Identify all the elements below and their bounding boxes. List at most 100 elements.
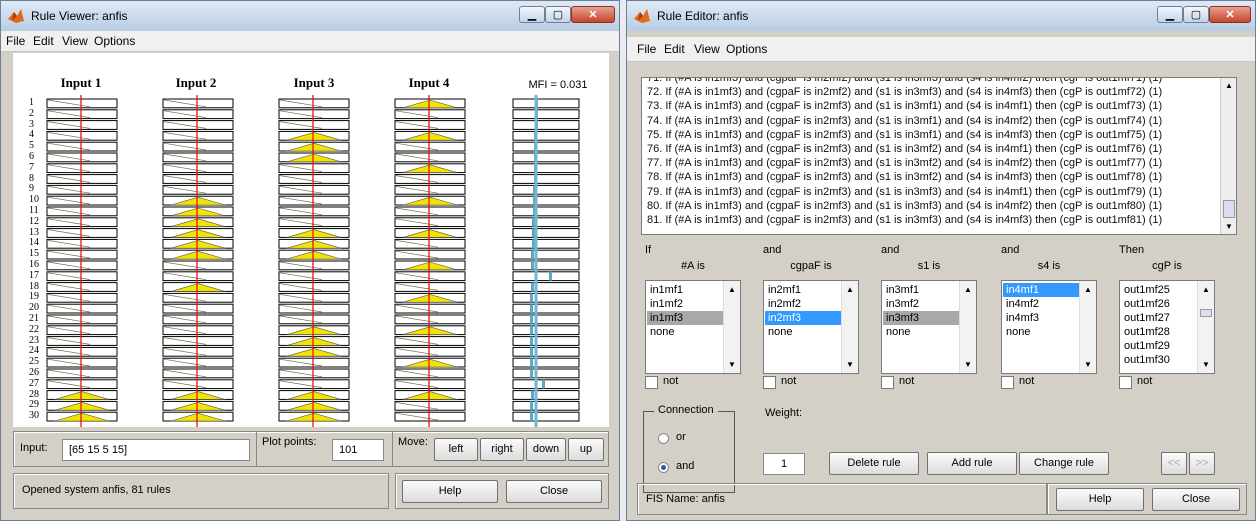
menu-file[interactable]: File (637, 42, 656, 56)
scroll-down-arrow[interactable]: ▼ (964, 360, 972, 369)
scroll-down-arrow[interactable]: ▼ (728, 360, 736, 369)
rule-list-item[interactable]: 73. If (#A is in1mf3) and (cgpaF is in2m… (647, 100, 1162, 112)
menu-edit[interactable]: Edit (664, 42, 685, 56)
weight-field[interactable]: 1 (763, 453, 805, 475)
listbox-scrollbar[interactable]: ▲ ▼ (1197, 281, 1214, 373)
rule-list[interactable]: 71. If (#A is in1mf3) and (cgpaF is in2m… (641, 77, 1237, 235)
listbox-item[interactable]: out1mf25 (1121, 283, 1202, 297)
add-rule-button[interactable]: Add rule (927, 452, 1017, 475)
listbox-item[interactable]: in3mf1 (883, 283, 964, 297)
rule-list-item[interactable]: 72. If (#A is in1mf3) and (cgpaF is in2m… (647, 86, 1162, 98)
scroll-thumb[interactable] (1223, 200, 1235, 218)
scroll-down-arrow[interactable]: ▼ (1225, 222, 1233, 231)
listbox-item[interactable]: in4mf2 (1003, 297, 1084, 311)
not-checkbox[interactable] (1001, 376, 1014, 389)
listbox-item[interactable]: none (1003, 325, 1084, 339)
rule-list-item[interactable]: 78. If (#A is in1mf3) and (cgpaF is in2m… (647, 171, 1162, 183)
listbox-item[interactable]: in3mf2 (883, 297, 964, 311)
scroll-down-arrow[interactable]: ▼ (1084, 360, 1092, 369)
listbox-item[interactable]: in2mf1 (765, 283, 846, 297)
close-button[interactable]: Close (1152, 488, 1240, 511)
membership-listbox[interactable]: in2mf1 in2mf2 in2mf3 none ▲ ▼ (763, 280, 859, 374)
rule-list-item[interactable]: 81. If (#A is in1mf3) and (cgpaF is in2m… (647, 214, 1162, 226)
rule-plot-cell (46, 109, 118, 120)
rule-plots[interactable] (1, 1, 620, 431)
and-label: and (676, 460, 695, 472)
rule-plot-cell (394, 130, 466, 141)
listbox-item[interactable]: out1mf26 (1121, 297, 1202, 311)
listbox-item[interactable]: out1mf28 (1121, 325, 1202, 339)
close-button[interactable]: Close (506, 480, 602, 503)
listbox-item[interactable]: in2mf3 (765, 311, 846, 325)
listbox-item[interactable]: out1mf30 (1121, 353, 1202, 367)
listbox-item[interactable]: none (647, 325, 728, 339)
move-left-button[interactable]: left (434, 438, 478, 461)
rule-list-item[interactable]: 76. If (#A is in1mf3) and (cgpaF is in2m… (647, 143, 1162, 155)
minimize-button[interactable]: ▁ (1157, 6, 1183, 23)
rule-plot-cell (46, 163, 118, 174)
menu-options[interactable]: Options (726, 42, 767, 56)
rule-list-item[interactable]: 75. If (#A is in1mf3) and (cgpaF is in2m… (647, 129, 1162, 141)
and-radio[interactable] (658, 462, 669, 473)
not-label: not (1019, 375, 1035, 387)
membership-listbox[interactable]: in3mf1 in3mf2 in3mf3 none ▲ ▼ (881, 280, 977, 374)
rule-list-item[interactable]: 80. If (#A is in1mf3) and (cgpaF is in2m… (647, 200, 1162, 212)
previous-button[interactable]: << (1161, 452, 1187, 475)
rule-plot-cell (162, 130, 234, 141)
move-up-button[interactable]: up (568, 438, 604, 461)
next-button[interactable]: >> (1189, 452, 1215, 475)
move-down-button[interactable]: down (526, 438, 566, 461)
listbox-item[interactable]: out1mf29 (1121, 339, 1202, 353)
scroll-up-arrow[interactable]: ▲ (1202, 285, 1210, 294)
listbox-scrollbar[interactable]: ▲ ▼ (959, 281, 976, 373)
or-radio[interactable] (658, 433, 669, 444)
listbox-scrollbar[interactable]: ▲ ▼ (841, 281, 858, 373)
listbox-item[interactable]: none (883, 325, 964, 339)
listbox-scrollbar[interactable]: ▲ ▼ (723, 281, 740, 373)
rule-list-item[interactable]: 71. If (#A is in1mf3) and (cgpaF is in2m… (647, 78, 1162, 84)
rule-plot-cell (394, 249, 466, 260)
scroll-down-arrow[interactable]: ▼ (1202, 360, 1210, 369)
rule-plot-cell (46, 271, 118, 282)
scroll-up-arrow[interactable]: ▲ (728, 285, 736, 294)
scroll-up-arrow[interactable]: ▲ (1225, 81, 1233, 90)
menu-view[interactable]: View (694, 42, 720, 56)
rule-list-scrollbar[interactable]: ▲ ▼ (1220, 78, 1236, 234)
not-checkbox[interactable] (881, 376, 894, 389)
listbox-item[interactable]: in1mf2 (647, 297, 728, 311)
listbox-item[interactable]: out1mf27 (1121, 311, 1202, 325)
rule-list-item[interactable]: 74. If (#A is in1mf3) and (cgpaF is in2m… (647, 115, 1162, 127)
input-field[interactable]: [65 15 5 15] (62, 439, 250, 461)
scroll-up-arrow[interactable]: ▲ (964, 285, 972, 294)
membership-listbox[interactable]: out1mf25 out1mf26 out1mf27 out1mf28 out1mf29… (1119, 280, 1215, 374)
not-checkbox[interactable] (645, 376, 658, 389)
delete-rule-button[interactable]: Delete rule (829, 452, 919, 475)
membership-listbox[interactable]: in4mf1 in4mf2 in4mf3 none ▲ ▼ (1001, 280, 1097, 374)
scroll-thumb[interactable] (1200, 309, 1212, 317)
move-right-button[interactable]: right (480, 438, 524, 461)
scroll-up-arrow[interactable]: ▲ (846, 285, 854, 294)
change-rule-button[interactable]: Change rule (1019, 452, 1109, 475)
listbox-scrollbar[interactable]: ▲ ▼ (1079, 281, 1096, 373)
listbox-item[interactable]: in1mf3 (647, 311, 728, 325)
not-checkbox[interactable] (763, 376, 776, 389)
scroll-down-arrow[interactable]: ▼ (846, 360, 854, 369)
listbox-item[interactable]: in1mf1 (647, 283, 728, 297)
membership-listbox[interactable]: in1mf1 in1mf2 in1mf3 none ▲ ▼ (645, 280, 741, 374)
close-window-button[interactable]: ✕ (1209, 6, 1251, 23)
plot-points-field[interactable]: 101 (332, 439, 384, 461)
listbox-item[interactable]: in2mf2 (765, 297, 846, 311)
title-bar[interactable]: Rule Editor: anfis ▁ ▢ ✕ (627, 1, 1255, 31)
listbox-item[interactable]: in4mf3 (1003, 311, 1084, 325)
listbox-item[interactable]: in4mf1 (1003, 283, 1084, 297)
not-checkbox[interactable] (1119, 376, 1132, 389)
help-button[interactable]: Help (1056, 488, 1144, 511)
listbox-item[interactable]: none (765, 325, 846, 339)
rule-list-item[interactable]: 79. If (#A is in1mf3) and (cgpaF is in2m… (647, 186, 1162, 198)
rule-list-item[interactable]: 77. If (#A is in1mf3) and (cgpaF is in2m… (647, 157, 1162, 169)
help-button[interactable]: Help (402, 480, 498, 503)
maximize-button[interactable]: ▢ (1183, 6, 1209, 23)
rule-plot-cell (394, 184, 466, 195)
scroll-up-arrow[interactable]: ▲ (1084, 285, 1092, 294)
listbox-item[interactable]: in3mf3 (883, 311, 964, 325)
